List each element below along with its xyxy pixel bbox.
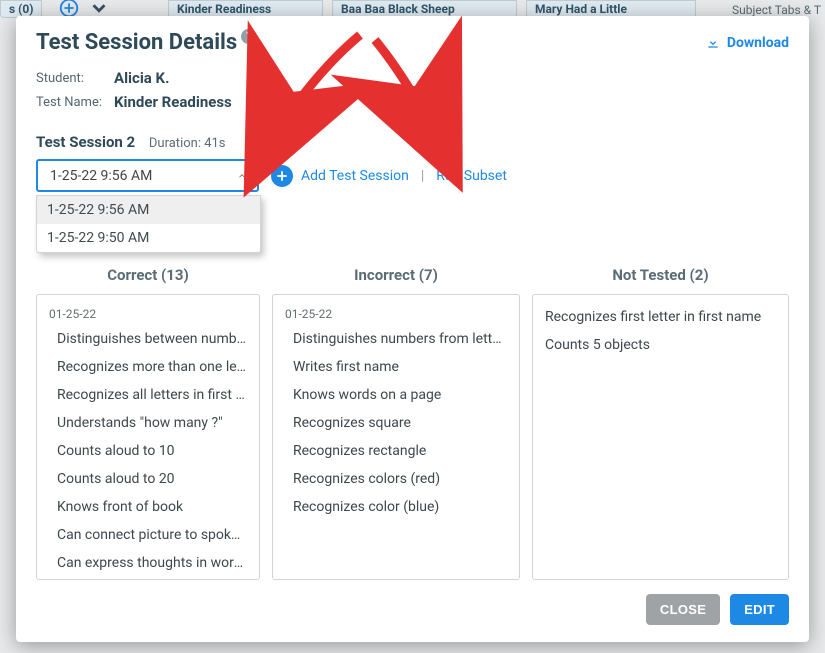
not-tested-panel: Recognizes first letter in first name Co… (532, 294, 789, 580)
list-item: Understands "how many ?" (57, 415, 247, 431)
correct-scroll[interactable]: 01-25-22 Distinguishes between numbers R… (37, 295, 259, 579)
list-item: Recognizes more than one letter (57, 359, 247, 375)
correct-panel: 01-25-22 Distinguishes between numbers R… (36, 294, 260, 580)
list-item: Recognizes first letter in first name (545, 309, 776, 325)
list-item: Counts aloud to 20 (57, 471, 247, 487)
run-subset-button[interactable]: Run Subset (436, 168, 507, 184)
list-item: Counts 5 objects (545, 337, 776, 353)
incorrect-scroll[interactable]: 01-25-22 Distinguishes numbers from lett… (273, 295, 519, 579)
list-item: Distinguishes between numbers (57, 331, 247, 347)
list-item: Distinguishes numbers from letters (293, 331, 507, 347)
caret-up-icon (237, 171, 247, 181)
help-icon[interactable]: ? (241, 29, 256, 44)
not-tested-column-title: Not Tested (2) (532, 266, 789, 284)
download-icon (705, 35, 721, 51)
download-label: Download (727, 35, 789, 51)
incorrect-date: 01-25-22 (285, 307, 507, 321)
student-label: Student: (36, 71, 114, 86)
session-title: Test Session 2 (36, 133, 135, 151)
download-button[interactable]: Download (705, 35, 789, 51)
list-item: Recognizes color (blue) (293, 499, 507, 515)
session-dropdown-panel: 1-25-22 9:56 AM 1-25-22 9:50 AM (36, 195, 261, 253)
meta-block: Student: Alicia K. Test Name: Kinder Rea… (36, 69, 789, 111)
chevron-down-icon (88, 0, 110, 17)
correct-column-title: Correct (13) (36, 266, 260, 284)
list-item: Can connect picture to spoken word (57, 527, 247, 543)
list-item: Knows words on a page (293, 387, 507, 403)
dropdown-option[interactable]: 1-25-22 9:50 AM (37, 224, 260, 252)
testname-label: Test Name: (36, 95, 114, 110)
list-item: Recognizes colors (red) (293, 471, 507, 487)
correct-date: 01-25-22 (49, 307, 247, 321)
separator: | (421, 168, 424, 184)
session-dropdown[interactable]: 1-25-22 9:56 AM (36, 159, 259, 192)
list-item: Recognizes all letters in first name (57, 387, 247, 403)
list-item: Can express thoughts in words (57, 555, 247, 571)
list-item: Recognizes square (293, 415, 507, 431)
modal-title: Test Session Details ? (36, 30, 256, 55)
add-test-session-button[interactable]: Add Test Session (271, 165, 409, 187)
close-button[interactable]: CLOSE (646, 594, 720, 625)
student-value: Alicia K. (114, 69, 169, 87)
not-tested-list: Recognizes first letter in first name Co… (533, 295, 788, 579)
list-item: Writes first name (293, 359, 507, 375)
test-session-details-modal: Test Session Details ? Download Student:… (16, 16, 809, 642)
list-item: Knows front of book (57, 499, 247, 515)
testname-value: Kinder Readiness (114, 93, 232, 111)
edit-button[interactable]: EDIT (730, 594, 789, 625)
list-item: Counts aloud to 10 (57, 443, 247, 459)
session-dropdown-value: 1-25-22 9:56 AM (50, 168, 152, 184)
add-test-session-label: Add Test Session (301, 168, 409, 184)
plus-circle-icon (58, 0, 80, 17)
session-duration: Duration: 41s (149, 136, 226, 151)
list-item: Recognizes rectangle (293, 443, 507, 459)
incorrect-panel: 01-25-22 Distinguishes numbers from lett… (272, 294, 520, 580)
incorrect-column-title: Incorrect (7) (272, 266, 520, 284)
session-header: Test Session 2 Duration: 41s (36, 133, 789, 151)
plus-icon (271, 165, 293, 187)
modal-title-text: Test Session Details (36, 30, 237, 55)
dropdown-option[interactable]: 1-25-22 9:56 AM (37, 196, 260, 224)
